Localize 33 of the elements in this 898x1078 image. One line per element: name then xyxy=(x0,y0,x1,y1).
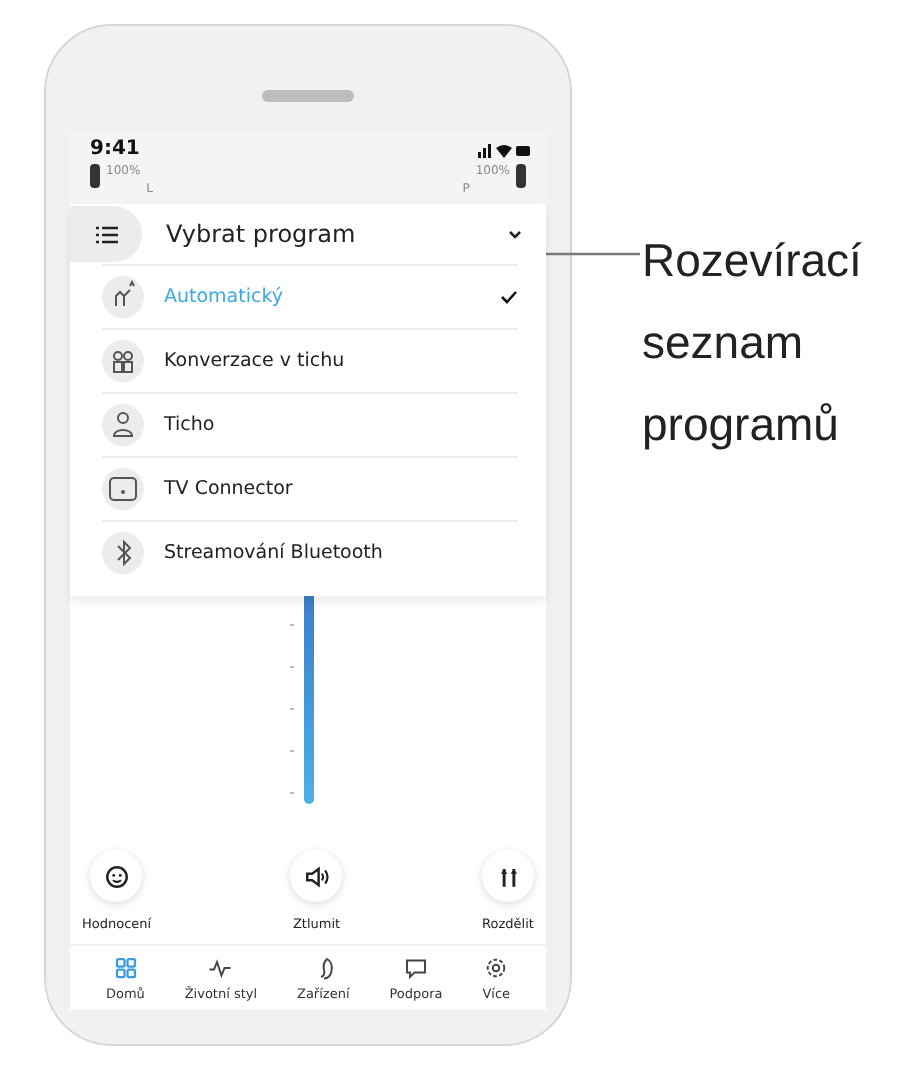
menu-icon xyxy=(95,225,117,243)
mute-icon xyxy=(303,863,330,889)
rating-icon xyxy=(103,863,130,889)
check-icon xyxy=(500,290,518,304)
program-label: TV Connector xyxy=(164,478,295,500)
program-option[interactable]: Streamování Bluetooth xyxy=(102,520,518,584)
program-icon xyxy=(102,404,144,446)
program-option[interactable]: Konverzace v tichu xyxy=(102,328,518,392)
program-icon xyxy=(102,340,144,382)
support-icon xyxy=(403,956,428,980)
home-icon xyxy=(113,956,138,980)
status-time: 9:41 xyxy=(90,138,140,160)
program-label: Streamování Bluetooth xyxy=(164,542,385,564)
more-icon xyxy=(484,956,509,980)
menu-button[interactable] xyxy=(70,206,142,262)
battery-icon xyxy=(90,164,100,188)
program-label: Automatický xyxy=(164,286,286,308)
annotation-text: Rozevírací seznam programů xyxy=(642,232,864,454)
program-option[interactable]: Ticho xyxy=(102,392,518,456)
lifestyle-icon xyxy=(208,956,233,980)
battery-icon xyxy=(516,164,526,188)
program-option[interactable]: TV Connector xyxy=(102,456,518,520)
dropdown-title[interactable]: Vybrat program xyxy=(166,220,508,248)
program-icon xyxy=(102,532,144,574)
program-label: Konverzace v tichu xyxy=(164,350,347,372)
status-icons xyxy=(478,141,530,157)
program-label: Ticho xyxy=(164,414,217,436)
program-icon xyxy=(102,276,144,318)
split-icon xyxy=(495,863,521,889)
chevron-down-icon[interactable] xyxy=(508,229,522,239)
speaker-slot xyxy=(262,90,354,102)
volume-bar[interactable] xyxy=(303,596,313,804)
program-icon xyxy=(102,468,144,510)
